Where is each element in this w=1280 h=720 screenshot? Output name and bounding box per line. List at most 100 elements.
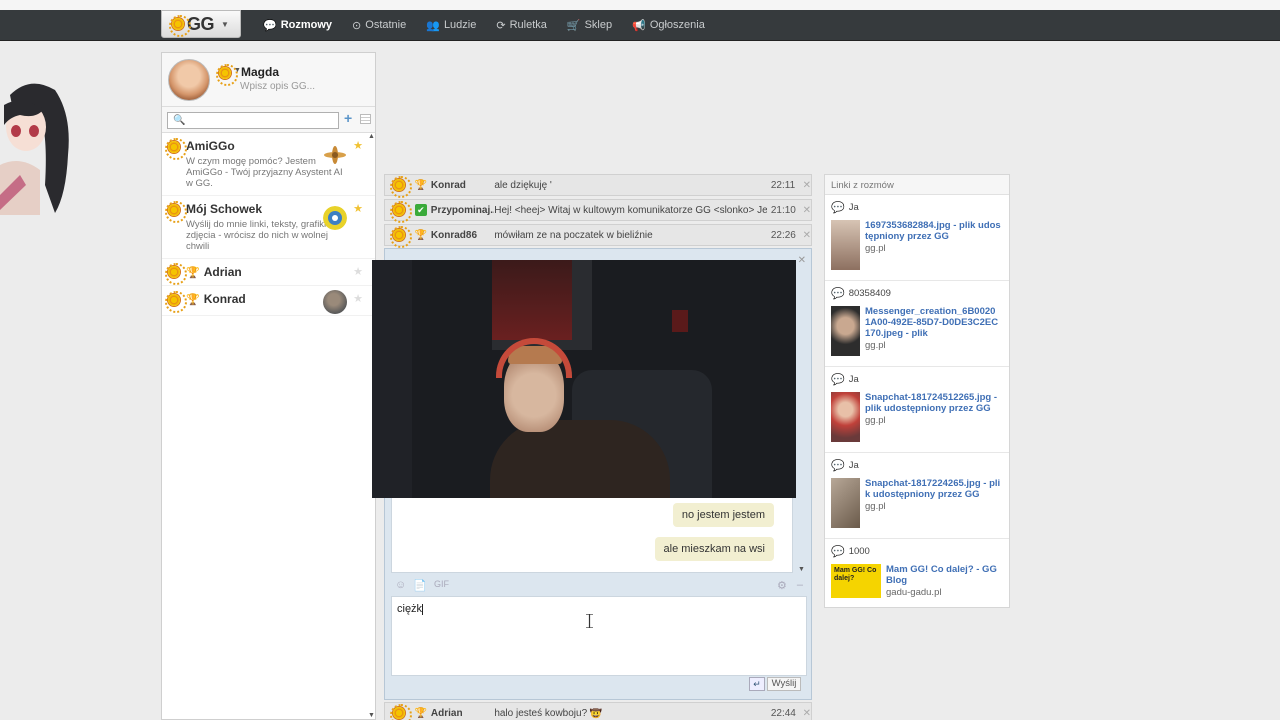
- link-title[interactable]: Snapchat-1817224265.jpg - plik udostępni…: [865, 478, 1003, 500]
- close-icon[interactable]: ✕: [803, 205, 811, 216]
- tab-last-message: halo jesteś kowboju? 🤠: [494, 707, 603, 719]
- nav-item-label: Ostatnie: [365, 19, 407, 31]
- chat-scrollbar[interactable]: ▼: [797, 305, 807, 573]
- scroll-down-icon[interactable]: ▼: [798, 566, 805, 573]
- emoji-icon[interactable]: ☺: [395, 579, 406, 592]
- status-sun-icon: [165, 201, 187, 223]
- link-sender: 1000: [848, 546, 870, 557]
- text-cursor-icon: [586, 614, 593, 628]
- gg-menu-button[interactable]: GG ▼: [161, 10, 241, 38]
- contact-konrad[interactable]: 🏆 Konrad ★: [162, 286, 375, 316]
- chevron-down-icon: ▼: [221, 19, 229, 29]
- star-icon[interactable]: ★: [353, 292, 363, 305]
- contact-search-input[interactable]: 🔍: [167, 112, 339, 129]
- tab-last-message: ale dziękuję ': [494, 179, 552, 191]
- add-contact-icon[interactable]: +: [344, 110, 352, 126]
- chat-bubble-icon: 💬: [831, 202, 845, 214]
- tab-contact-name: Przypominaj...: [430, 204, 495, 216]
- link-title[interactable]: Mam GG! Co dalej? - GG Blog: [886, 564, 1003, 586]
- contact-description: Wyślij do mnie linki, teksty, grafiki i …: [186, 219, 331, 252]
- gif-button[interactable]: GIF: [434, 579, 449, 592]
- top-navbar: GG ▼ 💬 Rozmowy ⊙ Ostatnie 👥 Ludzie ⟳ Rul…: [0, 10, 1280, 41]
- chat-bubble-icon: 💬: [831, 374, 845, 386]
- link-thumbnail[interactable]: Mam GG! Co dalej?: [831, 564, 881, 598]
- link-thumbnail[interactable]: [831, 306, 860, 356]
- nav-item-sklep[interactable]: 🛒 Sklep: [567, 19, 612, 32]
- avatar[interactable]: [168, 59, 210, 101]
- contact-amiggo[interactable]: AmiGGo W czym mogę pomóc? Jestem AmiGGo …: [162, 133, 375, 196]
- chat-tab-konrad[interactable]: 🏆 Konrad ale dziękuję ' 22:11 ✕: [384, 174, 812, 198]
- contact-avatar: [323, 290, 347, 314]
- video-background-frame: [672, 310, 688, 332]
- link-thumbnail[interactable]: [831, 220, 860, 270]
- scroll-up-icon[interactable]: ▲: [368, 133, 375, 140]
- star-icon[interactable]: ★: [353, 202, 363, 215]
- close-icon[interactable]: ✕: [803, 708, 811, 719]
- link-thumbnail[interactable]: [831, 478, 860, 528]
- chat-toolbar: ☺ 📄 GIF ⚙ –: [391, 576, 809, 596]
- contact-name: Mój Schowek: [186, 202, 263, 216]
- profile-description-field[interactable]: Wpisz opis GG...: [240, 81, 315, 92]
- nav-item-ogloszenia[interactable]: 📢 Ogłoszenia: [632, 19, 705, 32]
- minimize-icon[interactable]: –: [797, 579, 803, 592]
- nav-item-ludzie[interactable]: 👥 Ludzie: [426, 19, 476, 32]
- status-sun-icon: [390, 201, 412, 223]
- video-background-poster: [492, 260, 572, 340]
- enter-to-send-toggle-icon[interactable]: ↵: [749, 677, 765, 691]
- nav-item-rozmowy[interactable]: 💬 Rozmowy: [263, 19, 332, 32]
- trophy-icon: 🏆: [414, 707, 428, 719]
- close-icon[interactable]: ✕: [803, 180, 811, 191]
- link-domain: gg.pl: [865, 243, 886, 254]
- link-domain: gg.pl: [865, 415, 886, 426]
- link-title[interactable]: Snapchat-181724512265.jpg - plik udostęp…: [865, 392, 1003, 414]
- send-button[interactable]: Wyślij: [767, 677, 801, 691]
- link-thumbnail[interactable]: [831, 392, 860, 442]
- nav-item-label: Ruletka: [509, 19, 547, 31]
- profile-name: Magda: [241, 65, 280, 79]
- contact-moj-schowek[interactable]: Mój Schowek Wyślij do mnie linki, teksty…: [162, 196, 375, 259]
- link-title[interactable]: 1697353682884.jpg - plik udostępniony pr…: [865, 220, 1003, 242]
- trophy-icon: 🏆: [414, 229, 428, 241]
- contact-name: AmiGGo: [186, 139, 235, 153]
- chat-tab-konrad86[interactable]: 🏆 Konrad86 mówiłam ze na poczatek w biel…: [384, 224, 812, 248]
- clock-icon: ⊙: [352, 19, 362, 32]
- tab-contact-name: Konrad: [430, 179, 466, 191]
- video-background-door: [372, 260, 412, 498]
- close-icon[interactable]: ✕: [803, 230, 811, 241]
- contact-adrian[interactable]: 🏆 Adrian ★: [162, 259, 375, 286]
- message-input[interactable]: ciężk: [391, 596, 807, 676]
- text-caret: [422, 603, 424, 615]
- chat-tab-adrian[interactable]: 🏆 Adrian halo jesteś kowboju? 🤠 22:44 ✕: [384, 702, 812, 720]
- close-icon[interactable]: ✕: [798, 255, 806, 266]
- link-title[interactable]: Messenger_creation_6B0020 1A00-492E-85D7…: [865, 306, 1003, 339]
- search-icon: 🔍: [173, 115, 186, 126]
- chat-message-bubble: ale mieszkam na wsi: [654, 537, 774, 561]
- video-person-body: [490, 420, 670, 498]
- star-icon[interactable]: ★: [353, 265, 363, 278]
- contact-description: W czym mogę pomóc? Jestem AmiGGo - Twój …: [186, 156, 343, 189]
- chat-bubble-icon: 💬: [831, 460, 845, 472]
- settings-gear-icon[interactable]: ⚙: [777, 579, 787, 592]
- chat-send-bar: ↵ Wyślij: [391, 677, 807, 697]
- attach-file-icon[interactable]: 📄: [413, 579, 427, 592]
- gg-sun-logo-icon: [169, 15, 191, 37]
- contact-name-row: 🏆 Adrian: [186, 265, 345, 279]
- list-menu-icon[interactable]: [360, 114, 371, 124]
- link-domain: gg.pl: [865, 501, 886, 512]
- chat-message-bubble: no jestem jestem: [672, 503, 774, 527]
- link-group: 💬 1000 Mam GG! Co dalej? Mam GG! Co dalej…: [825, 539, 1009, 625]
- gg-logo-text: GG: [187, 13, 215, 34]
- links-panel: Linki z rozmów 💬 Ja 1697353682884.jpg - p…: [824, 174, 1010, 608]
- link-sender: 80358409: [848, 288, 891, 299]
- link-group: 💬 Ja Snapchat-181724512265.jpg - plik udo…: [825, 367, 1009, 453]
- status-sun-icon[interactable]: [216, 64, 238, 86]
- star-icon[interactable]: ★: [353, 139, 363, 152]
- chevron-down-icon[interactable]: ▼: [234, 67, 241, 74]
- top-strip: [0, 0, 1280, 10]
- chat-tab-przypominajka[interactable]: ✔ Przypominaj... Hej! <heej> Witaj w kul…: [384, 199, 812, 223]
- tab-time: 21:10: [770, 204, 796, 216]
- nav-item-ostatnie[interactable]: ⊙ Ostatnie: [352, 19, 406, 32]
- nav-item-ruletka[interactable]: ⟳ Ruletka: [496, 19, 547, 32]
- scroll-down-icon[interactable]: ▼: [368, 712, 375, 719]
- chat-bubble-icon: 💬: [831, 546, 845, 558]
